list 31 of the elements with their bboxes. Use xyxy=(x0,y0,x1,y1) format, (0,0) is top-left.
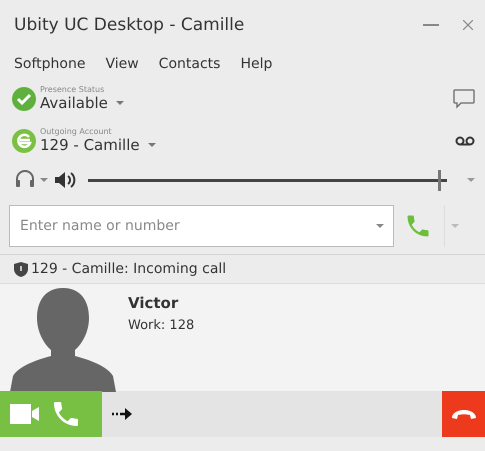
caret-icon xyxy=(116,101,124,105)
presence-label: Presence Status xyxy=(40,86,106,94)
presence-dropdown[interactable]: Available xyxy=(40,94,124,112)
dial-field[interactable]: Enter name or number xyxy=(9,205,394,247)
window-title: Ubity UC Desktop - Camille xyxy=(14,15,246,35)
chat-icon[interactable] xyxy=(453,89,475,109)
account-icon xyxy=(12,129,36,153)
close-icon xyxy=(463,20,473,30)
caret-icon[interactable] xyxy=(467,178,475,182)
voicemail-icon[interactable] xyxy=(455,136,475,146)
forward-button[interactable] xyxy=(112,407,134,421)
account-label: Outgoing Account xyxy=(40,128,113,136)
speaker-icon[interactable] xyxy=(54,171,76,189)
menu-item[interactable]: Contacts xyxy=(158,56,220,72)
video-call-icon[interactable] xyxy=(10,401,40,427)
call-header: 129 - Camille: Incoming call xyxy=(31,261,226,277)
hang-up-button[interactable] xyxy=(442,391,485,437)
account-dropdown[interactable]: 129 - Camille xyxy=(40,136,156,154)
menu-item[interactable]: Softphone xyxy=(14,56,86,72)
caret-icon xyxy=(148,143,156,147)
shield-icon xyxy=(14,262,28,276)
arrow-icon xyxy=(112,407,134,421)
hang-up-icon xyxy=(450,407,478,421)
caller-name: Victor xyxy=(128,294,180,312)
caller-number: Work: 128 xyxy=(128,318,194,333)
caret-icon xyxy=(451,224,459,228)
close-button[interactable] xyxy=(463,20,473,30)
menu-item[interactable]: Help xyxy=(240,56,272,72)
check-icon xyxy=(12,87,36,111)
menu-item[interactable]: View xyxy=(105,56,139,72)
caret-icon[interactable] xyxy=(376,224,384,228)
